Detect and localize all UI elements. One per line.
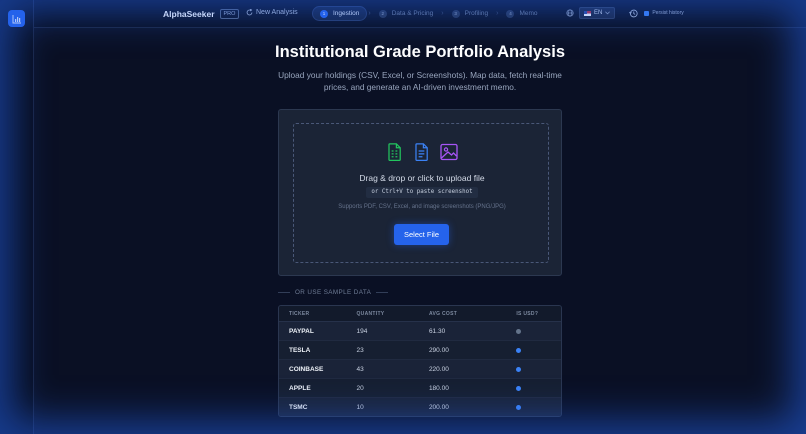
upload-dropzone[interactable]: Drag & drop or click to upload file or C… [293,123,549,263]
ticker-cell: TSMC [289,403,308,411]
pro-badge: PRO [219,9,240,19]
is-usd-cell [506,328,561,334]
is-usd-cell [506,366,561,372]
new-analysis-button[interactable]: New Analysis [246,9,298,16]
step-data-pricing[interactable]: 2 Data & Pricing [372,6,441,21]
column-header-is-usd: IS USD? [516,310,539,317]
quantity-cell: 23 [356,346,364,354]
page-title: Institutional Grade Portfolio Analysis [274,43,565,61]
persist-history-toggle[interactable]: Persist history [644,10,684,16]
language-select[interactable]: EN [579,7,616,19]
step-label: Profiling [464,10,489,17]
side-rail [0,0,34,434]
usd-indicator-dot [516,347,522,353]
app-logo-chart-icon[interactable] [8,10,25,27]
step-number: 2 [378,9,387,18]
globe-icon[interactable] [566,9,574,17]
quantity-cell: 43 [356,365,364,373]
sample-data-label: OR USE SAMPLE DATA [295,289,372,296]
persist-history-label: Persist history [652,10,684,16]
top-bar: AlphaSeeker PRO New Analysis 1 Ingestion… [34,0,806,28]
step-number: 3 [451,9,460,18]
avg-cost-cell: 220.00 [428,365,449,373]
step-number: 4 [506,9,515,18]
divider [278,292,290,293]
document-file-icon [415,143,428,161]
ticker-cell: COINBASE [289,365,324,373]
avg-cost-cell: 61.30 [428,327,446,335]
column-header-quantity: QUANTITY [356,310,385,317]
ticker-cell: TESLA [289,346,311,354]
usd-indicator-dot [516,385,522,391]
paste-hint: or Ctrl+V to paste screenshot [366,187,478,198]
us-flag-icon [584,10,591,16]
sample-data-table: TICKER QUANTITY AVG COST IS USD? PAYPAL … [278,305,562,417]
new-analysis-label: New Analysis [256,9,298,16]
history-icon[interactable] [629,9,638,18]
table-body: PAYPAL 194 61.30 TESLA 23 290.00 COINBAS… [279,322,561,416]
avg-cost-cell: 290.00 [428,346,449,354]
supported-formats: Supports PDF, CSV, Excel, and image scre… [338,204,506,210]
stepper: 1 Ingestion › 2 Data & Pricing › 3 Profi… [312,6,545,21]
table-header: TICKER QUANTITY AVG COST IS USD? [279,306,561,322]
step-ingestion[interactable]: 1 Ingestion [312,6,368,21]
step-separator-icon: › [496,10,499,17]
persist-history-checkbox[interactable] [644,10,650,16]
table-row[interactable]: TESLA 23 290.00 [279,341,561,360]
brand[interactable]: AlphaSeeker PRO [163,9,240,19]
ticker-cell: PAYPAL [289,327,314,335]
csv-file-icon [388,143,401,161]
step-separator-icon: › [368,10,371,17]
usd-indicator-dot [516,404,522,410]
main-content: Institutional Grade Portfolio Analysis U… [34,29,806,434]
column-header-avg-cost: AVG COST [428,310,458,317]
quantity-cell: 20 [356,384,364,392]
usd-indicator-dot [516,366,522,372]
divider [376,292,389,293]
table-row[interactable]: COINBASE 43 220.00 [279,360,561,379]
table-row[interactable]: TSMC 10 200.00 [279,398,561,416]
page-subtitle: Upload your holdings (CSV, Excel, or Scr… [278,70,562,92]
is-usd-cell [506,404,561,410]
is-usd-cell [506,385,561,391]
step-separator-icon: › [441,10,444,17]
column-header-ticker: TICKER [289,310,310,317]
table-row[interactable]: APPLE 20 180.00 [279,379,561,398]
sample-data-heading: OR USE SAMPLE DATA [278,289,562,296]
file-type-icons [294,142,550,162]
language-value: EN [594,10,603,16]
select-file-button[interactable]: Select File [394,224,449,245]
usd-indicator-dot [516,328,522,334]
step-memo[interactable]: 4 Memo [499,6,544,21]
avg-cost-cell: 200.00 [428,403,449,411]
drag-drop-text: Drag & drop or click to upload file [359,173,485,183]
avg-cost-cell: 180.00 [428,384,449,392]
step-profiling[interactable]: 3 Profiling [445,6,495,21]
upload-card: Drag & drop or click to upload file or C… [278,109,562,276]
step-number: 1 [320,9,328,18]
image-file-icon [440,143,458,161]
step-label: Data & Pricing [391,10,434,17]
quantity-cell: 194 [356,327,368,335]
step-label: Ingestion [333,10,360,17]
ticker-cell: APPLE [289,384,311,392]
chevron-down-icon [605,11,611,15]
header-tools: EN Persist history [566,7,684,19]
brand-name: AlphaSeeker [163,9,215,19]
quantity-cell: 10 [356,403,364,411]
refresh-icon [246,9,253,16]
is-usd-cell [506,347,561,353]
step-label: Memo [519,10,538,17]
table-row[interactable]: PAYPAL 194 61.30 [279,322,561,341]
